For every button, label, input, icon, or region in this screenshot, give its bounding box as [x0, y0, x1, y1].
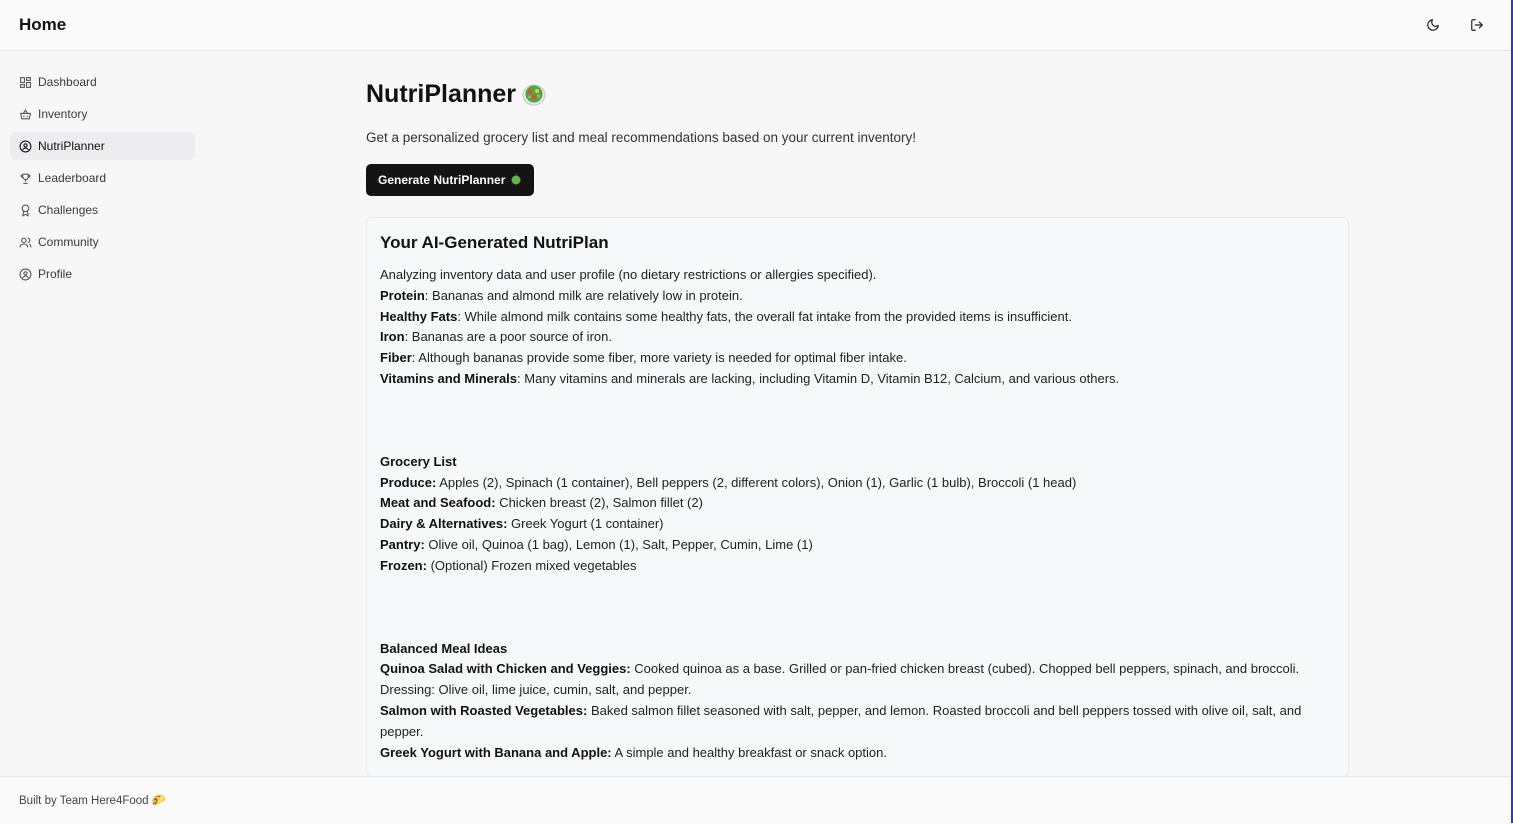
apple-icon — [510, 172, 522, 188]
nutrient-item: Protein: Bananas and almond milk are rel… — [380, 287, 743, 303]
nutrient-item: Vitamins and Minerals: Many vitamins and… — [380, 370, 1120, 386]
nutrient-item: Healthy Fats: While almond milk contains… — [380, 308, 1072, 324]
analysis-intro: Analyzing inventory data and user profil… — [380, 267, 877, 282]
footer-credit: Built by Team Here4Food 🌮 — [19, 795, 167, 807]
profile-circle-icon — [19, 268, 32, 281]
top-bar: Home — [0, 0, 1511, 51]
grocery-item: Frozen: (Optional) Frozen mixed vegetabl… — [380, 557, 637, 573]
page-title-text: NutriPlanner — [366, 79, 517, 108]
nutrient-item: Fiber: Although bananas provide some fib… — [380, 350, 907, 366]
generate-nutriplanner-button[interactable]: Generate NutriPlanner — [366, 164, 535, 196]
sidebar-item-label: Profile — [38, 267, 73, 281]
sidebar-item-label: Dashboard — [38, 75, 97, 89]
grocery-list: Grocery List Produce: Apples (2), Spinac… — [380, 452, 1335, 577]
grocery-item: Produce: Apples (2), Spinach (1 containe… — [380, 474, 1077, 490]
sidebar-item-label: NutriPlanner — [38, 139, 105, 153]
meal-ideas: Balanced Meal Ideas Quinoa Salad with Ch… — [380, 639, 1335, 764]
footer: Built by Team Here4Food 🌮 — [0, 776, 1511, 824]
sidebar-item-challenges[interactable]: Challenges — [10, 196, 195, 224]
meal-item: Salmon with Roasted Vegetables: Baked sa… — [380, 702, 1302, 739]
sidebar-item-label: Community — [38, 235, 99, 249]
users-icon — [19, 236, 32, 249]
sidebar-item-label: Leaderboard — [38, 171, 107, 185]
page-title: NutriPlanner — [366, 75, 1351, 113]
grocery-heading: Grocery List — [380, 453, 457, 469]
meal-item: Quinoa Salad with Chicken and Veggies: C… — [380, 661, 1300, 698]
basket-icon — [19, 108, 32, 121]
dark-mode-moon-icon[interactable] — [1423, 15, 1443, 35]
award-icon — [19, 204, 32, 217]
meal-item: Greek Yogurt with Banana and Apple: A si… — [380, 744, 887, 760]
logout-icon[interactable] — [1467, 15, 1487, 35]
sidebar-item-inventory[interactable]: Inventory — [10, 100, 195, 128]
sidebar-item-leaderboard[interactable]: Leaderboard — [10, 164, 195, 192]
grocery-item: Dairy & Alternatives: Greek Yogurt (1 co… — [380, 516, 664, 532]
meals-heading: Balanced Meal Ideas — [380, 640, 508, 656]
sidebar-item-profile[interactable]: Profile — [10, 260, 195, 288]
sidebar-item-community[interactable]: Community — [10, 228, 195, 256]
nutriplan-card: Your AI-Generated NutriPlan Analyzing in… — [366, 217, 1349, 777]
page-subtitle: Get a personalized grocery list and meal… — [366, 130, 917, 145]
main-content: NutriPlanner Get a personalized grocery … — [366, 75, 1351, 777]
user-circle-icon — [19, 140, 32, 153]
sidebar-item-nutriplanner[interactable]: NutriPlanner — [10, 132, 195, 160]
sidebar-item-label: Inventory — [38, 107, 88, 121]
grocery-item: Pantry: Olive oil, Quinoa (1 bag), Lemon… — [380, 536, 813, 552]
grocery-item: Meat and Seafood: Chicken breast (2), Sa… — [380, 495, 703, 511]
nutriplan-title: Your AI-Generated NutriPlan — [380, 233, 609, 252]
sidebar-item-dashboard[interactable]: Dashboard — [10, 68, 195, 96]
nutrient-item: Iron: Bananas are a poor source of iron. — [380, 329, 612, 345]
sidebar-item-label: Challenges — [38, 203, 99, 217]
dashboard-icon — [19, 76, 32, 89]
salad-icon — [522, 82, 546, 106]
sidebar: Dashboard Inventory NutriPlanner Leaderb… — [10, 68, 195, 292]
trophy-icon — [19, 172, 32, 185]
page-header-title: Home — [19, 15, 67, 34]
nutrient-analysis: Analyzing inventory data and user profil… — [380, 265, 1335, 390]
generate-button-label: Generate NutriPlanner — [378, 173, 506, 187]
